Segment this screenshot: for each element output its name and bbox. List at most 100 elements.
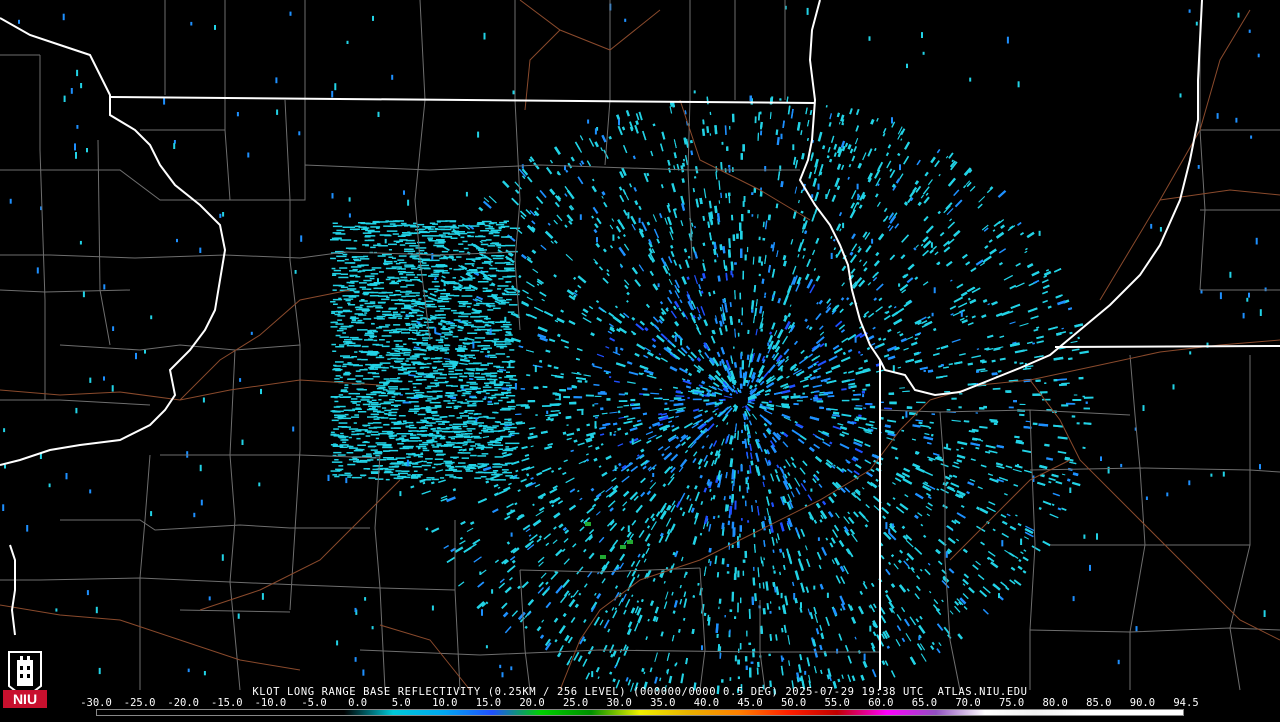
radar-echo bbox=[728, 238, 731, 249]
radar-echo bbox=[923, 470, 934, 477]
radar-echo bbox=[799, 467, 806, 475]
radar-echo bbox=[646, 374, 657, 379]
radar-echo bbox=[858, 204, 863, 209]
radar-echo bbox=[1027, 307, 1038, 313]
radar-echo bbox=[746, 354, 750, 360]
radar-echo bbox=[809, 376, 817, 381]
radar-echo bbox=[591, 215, 594, 219]
radar-echo bbox=[873, 297, 878, 301]
radar-echo bbox=[645, 431, 653, 436]
radar-echo bbox=[977, 574, 985, 581]
radar-echo bbox=[698, 284, 702, 290]
radar-echo bbox=[544, 445, 553, 450]
radar-echo bbox=[703, 188, 707, 199]
radar-echo bbox=[628, 371, 639, 376]
radar-echo bbox=[509, 555, 516, 561]
radar-echo bbox=[591, 178, 595, 182]
radar-echo bbox=[626, 468, 630, 472]
radar-echo bbox=[895, 178, 901, 184]
radar-echo bbox=[712, 290, 716, 295]
radar-echo bbox=[915, 466, 925, 473]
radar-echo bbox=[734, 616, 737, 619]
radar-echo bbox=[678, 307, 682, 312]
radar-echo bbox=[642, 387, 648, 391]
radar-echo bbox=[681, 276, 687, 285]
radar-echo bbox=[708, 523, 712, 532]
radar-echo bbox=[408, 374, 416, 377]
radar-echo bbox=[1055, 332, 1062, 336]
radar-echo bbox=[1008, 406, 1014, 409]
radar-echo bbox=[916, 401, 926, 404]
radar-echo bbox=[632, 155, 636, 160]
radar-echo bbox=[675, 390, 681, 394]
radar-echo bbox=[644, 327, 649, 332]
radar-echo bbox=[800, 189, 804, 194]
radar-echo bbox=[924, 171, 929, 177]
radar-echo bbox=[768, 653, 771, 657]
radar-echo bbox=[1051, 473, 1059, 478]
radar-echo bbox=[949, 610, 954, 615]
radar-echo bbox=[745, 379, 749, 384]
radar-echo bbox=[797, 438, 805, 445]
radar-echo bbox=[675, 501, 681, 508]
radar-echo bbox=[963, 184, 967, 189]
radar-echo bbox=[631, 594, 634, 597]
radar-echo bbox=[686, 484, 690, 489]
radar-echo bbox=[769, 610, 772, 614]
radar-echo bbox=[526, 374, 531, 377]
radar-echo bbox=[621, 593, 627, 603]
radar-echo bbox=[875, 478, 879, 482]
radar-echo bbox=[865, 245, 872, 253]
radar-echo bbox=[1076, 422, 1080, 425]
radar-echo bbox=[511, 559, 516, 564]
radar-echo bbox=[883, 354, 890, 358]
radar-echo bbox=[730, 356, 734, 364]
radar-echo bbox=[780, 389, 791, 395]
radar-echo bbox=[574, 289, 578, 293]
radar-echo bbox=[787, 472, 791, 477]
radar-echo bbox=[646, 351, 654, 357]
radar-echo bbox=[1013, 579, 1022, 586]
radar-echo bbox=[872, 631, 877, 637]
radar-echo bbox=[559, 388, 567, 392]
radar-echo bbox=[571, 385, 576, 389]
radar-echo bbox=[762, 221, 765, 228]
radar-echo bbox=[977, 203, 983, 209]
radar-echo bbox=[640, 448, 645, 453]
radar-echo bbox=[668, 256, 673, 264]
radar-echo bbox=[603, 619, 610, 629]
radar-echo bbox=[837, 678, 841, 683]
radar-echo bbox=[547, 443, 553, 446]
radar-echo bbox=[1009, 310, 1014, 314]
radar-echo bbox=[755, 328, 758, 336]
radar-echo bbox=[537, 587, 544, 594]
radar-echo bbox=[967, 362, 974, 366]
radar-echo bbox=[517, 585, 521, 590]
radar-echo bbox=[634, 200, 639, 206]
radar-echo bbox=[757, 214, 759, 219]
radar-echo bbox=[822, 441, 831, 447]
radar-echo bbox=[659, 212, 663, 219]
radar-echo bbox=[851, 533, 858, 543]
radar-echo bbox=[782, 441, 789, 448]
radar-echo bbox=[830, 537, 836, 544]
radar-echo bbox=[1042, 299, 1048, 304]
radar-echo bbox=[847, 348, 853, 353]
radar-echo bbox=[511, 399, 515, 402]
radar-echo bbox=[1077, 336, 1080, 340]
radar-echo bbox=[686, 276, 690, 280]
radar-echo bbox=[438, 479, 446, 484]
radar-echo bbox=[567, 592, 571, 596]
radar-echo bbox=[664, 466, 672, 474]
radar-echo bbox=[611, 477, 617, 482]
radar-echo bbox=[1006, 390, 1012, 393]
radar-echo bbox=[1013, 400, 1017, 403]
radar-echo bbox=[851, 189, 857, 200]
radar-echo bbox=[725, 272, 728, 281]
radar-echo bbox=[849, 528, 855, 535]
radar-echo bbox=[862, 152, 867, 161]
radar-echo bbox=[564, 224, 568, 228]
radar-echo bbox=[963, 420, 970, 423]
radar-echo bbox=[509, 577, 513, 581]
radar-echo bbox=[679, 507, 683, 511]
